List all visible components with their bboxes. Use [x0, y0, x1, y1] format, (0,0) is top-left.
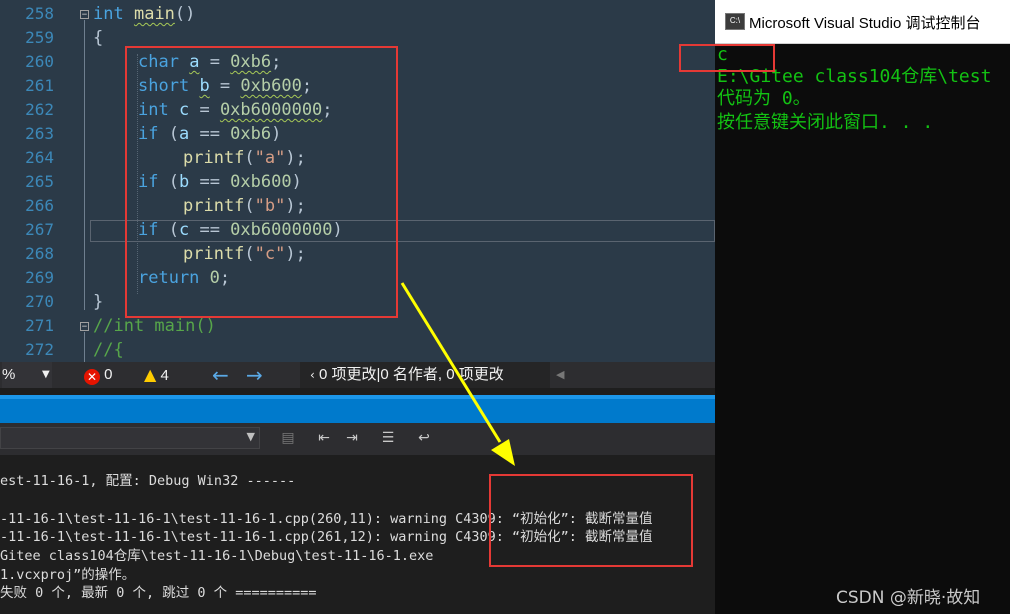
chevron-down-icon: ▼: [42, 369, 50, 380]
code-line[interactable]: {: [93, 26, 103, 50]
chevron-left-icon: ‹: [310, 368, 315, 382]
error-icon: ✕: [84, 369, 100, 385]
warning-count-button[interactable]: ▲ 4: [144, 362, 169, 388]
function-name: main: [133, 4, 175, 24]
console-title: Microsoft Visual Studio 调试控制台: [749, 15, 981, 32]
line-number: 267: [25, 220, 54, 239]
error-count: 0: [104, 366, 113, 383]
output-line: Gitee class104仓库\test-11-16-1\Debug\test…: [0, 548, 434, 564]
output-line: est-11-16-1, 配置: Debug Win32 ------: [0, 473, 296, 489]
console-line: 代码为 0。: [717, 88, 811, 109]
output-line: 1.vcxproj”的操作。: [0, 567, 136, 583]
line-number: 271: [25, 316, 54, 335]
next-message-icon[interactable]: ⇥: [342, 428, 362, 448]
line-number: 262: [25, 100, 54, 119]
console-app-icon: C:\: [725, 13, 745, 30]
line-number: 259: [25, 28, 54, 47]
collapse-icon[interactable]: −: [80, 322, 89, 332]
navigate-back-icon[interactable]: ←: [212, 362, 229, 388]
collapse-icon[interactable]: −: [80, 10, 89, 20]
scroll-left-icon[interactable]: ◀: [556, 362, 564, 388]
output-source-dropdown[interactable]: ▼: [0, 427, 260, 449]
output-highlight-box: [679, 44, 775, 72]
debug-console-window[interactable]: C:\ Microsoft Visual Studio 调试控制台 c E:\G…: [715, 0, 1010, 614]
output-panel-header: [0, 395, 715, 423]
output-line: 失败 0 个, 最新 0 个, 跳过 0 个 ==========: [0, 585, 317, 601]
code-token: {: [93, 28, 104, 48]
code-line[interactable]: //{: [93, 338, 124, 362]
code-highlight-box: [125, 46, 398, 318]
line-number: 265: [25, 172, 54, 191]
codelens-changes[interactable]: ‹ 0 项更改|0 名作者, 0 项更改: [300, 362, 550, 388]
zoom-level: %: [2, 366, 16, 383]
line-number: 272: [25, 340, 54, 359]
word-wrap-icon[interactable]: ↩: [414, 428, 434, 448]
comment: //int main(): [93, 316, 216, 336]
watermark: CSDN @新晓·故知: [836, 588, 981, 608]
clear-all-icon[interactable]: ☰: [378, 428, 398, 448]
line-number: 266: [25, 196, 54, 215]
editor-status-bar: % ▼ ✕ 0 ▲ 4 ← → ‹ 0 项更改|0 名作者, 0 项更改 ◀: [0, 362, 715, 388]
find-message-icon[interactable]: ▤: [278, 428, 298, 448]
warning-icon: ▲: [144, 365, 157, 384]
line-number: 263: [25, 124, 54, 143]
warning-highlight-box: [489, 474, 693, 567]
zoom-dropdown[interactable]: % ▼: [2, 362, 52, 388]
chevron-down-icon: ▼: [246, 430, 255, 443]
comment: //{: [93, 340, 124, 360]
line-number: 264: [25, 148, 54, 167]
keyword: int: [93, 4, 124, 24]
active-tab-indicator: [0, 395, 715, 399]
previous-message-icon[interactable]: ⇤: [314, 428, 334, 448]
line-number: 261: [25, 76, 54, 95]
error-count-button[interactable]: ✕ 0: [84, 362, 113, 388]
code-line[interactable]: }: [93, 290, 103, 314]
line-number: 258: [25, 4, 54, 23]
navigate-forward-icon[interactable]: →: [246, 362, 263, 388]
code-token: (): [174, 4, 196, 24]
output-toolbar: ▼ ▤ ⇤ ⇥ ☰ ↩: [0, 423, 715, 455]
console-title-bar[interactable]: C:\ Microsoft Visual Studio 调试控制台: [715, 0, 1010, 44]
line-number: 269: [25, 268, 54, 287]
warning-count: 4: [160, 367, 169, 384]
line-number: 260: [25, 52, 54, 71]
changes-summary: 0 项更改|0 名作者, 0 项更改: [318, 366, 504, 383]
line-number: 268: [25, 244, 54, 263]
fold-guide: [84, 20, 85, 310]
line-number-gutter: 258 259 260 261 262 263 264 265 266 267 …: [0, 0, 62, 362]
code-line[interactable]: int main(): [93, 2, 195, 26]
fold-guide: [84, 332, 85, 362]
code-token: }: [93, 292, 104, 312]
console-line: 按任意键关闭此窗口. . .: [717, 112, 934, 133]
line-number: 270: [25, 292, 54, 311]
